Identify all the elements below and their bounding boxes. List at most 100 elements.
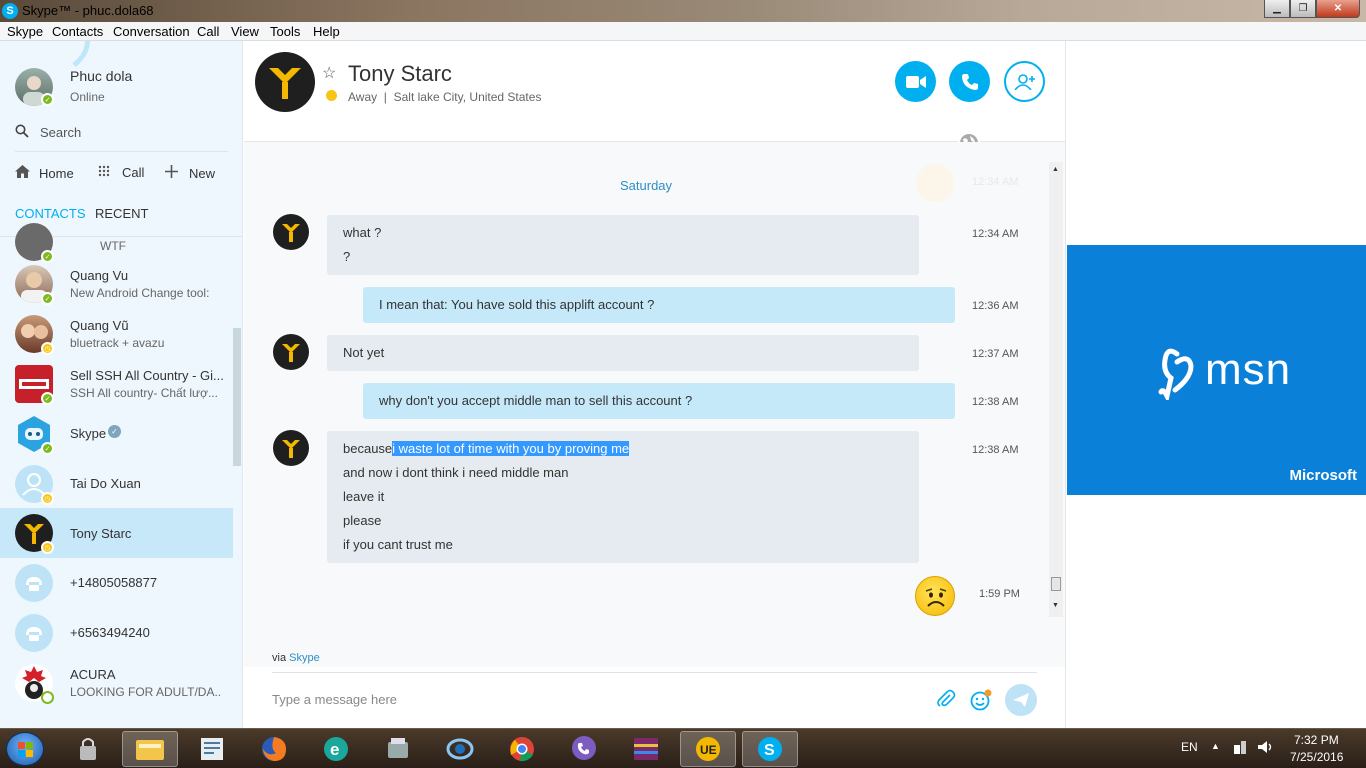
status-online-icon: ✓ [41, 442, 54, 455]
close-button[interactable]: ✕ [1316, 0, 1360, 18]
taskbar-viber-icon[interactable] [556, 731, 612, 767]
my-name[interactable]: Phuc dola [70, 68, 132, 84]
contact-item-tony-starc[interactable]: ◷ Tony Starc [0, 508, 233, 558]
verified-icon: ✓ [108, 425, 121, 438]
taskbar-media-icon[interactable] [432, 731, 488, 767]
message-bubble-incoming[interactable]: becausei waste lot of time with you by p… [327, 431, 919, 563]
taskbar-chrome-icon[interactable] [494, 731, 550, 767]
via-service-link[interactable]: Skype [289, 652, 320, 664]
taskbar-winrar-icon[interactable] [618, 731, 674, 767]
message-bubble-outgoing[interactable]: why don't you accept middle man to sell … [363, 383, 955, 419]
language-indicator[interactable]: EN [1181, 740, 1198, 754]
favorite-star-icon[interactable]: ☆ [322, 63, 336, 83]
message-time: 12:34 AM [972, 228, 1019, 240]
contact-item-tai-do-xuan[interactable]: ◷ Tai Do Xuan [0, 459, 233, 509]
menu-view[interactable]: View [231, 24, 259, 39]
clock-time[interactable]: 7:32 PM [1294, 733, 1339, 747]
nav-new[interactable]: New [165, 165, 215, 181]
sender-avatar [273, 334, 309, 370]
contact-name: Tai Do Xuan [70, 476, 141, 491]
menu-call[interactable]: Call [197, 24, 219, 39]
send-arrow-icon [1013, 693, 1029, 707]
network-icon[interactable] [1233, 739, 1247, 758]
message-text: ? [343, 249, 351, 264]
menu-contacts[interactable]: Contacts [52, 24, 103, 39]
contact-item-acura[interactable]: ACURA LOOKING FOR ADULT/DA... [0, 658, 233, 708]
taskbar-scanner-icon[interactable] [370, 731, 426, 767]
nav-call-label: Call [122, 165, 145, 180]
contact-item-skype[interactable]: ✓ Skype ✓ [0, 409, 233, 459]
conversation-scrollbar[interactable]: ▲ ▼ [1049, 162, 1063, 617]
message-text: why don't you accept middle man to sell … [379, 393, 693, 408]
taskbar-ultraedit-icon[interactable]: UE [680, 731, 736, 767]
window-controls: ▁ ❐ ✕ [1264, 0, 1360, 18]
contact-item-quang-vu[interactable]: ✓ Quang Vu New Android Change tool: [0, 259, 233, 309]
menu-help[interactable]: Help [313, 24, 340, 39]
contact-mood: bluetrack + avazu [70, 336, 165, 350]
menu-conversation[interactable]: Conversation [113, 24, 190, 39]
send-button[interactable] [1005, 684, 1037, 716]
start-button[interactable] [6, 732, 44, 766]
menu-skype[interactable]: Skype [7, 24, 43, 39]
nav-call[interactable]: Call [98, 165, 144, 180]
taskbar-skype-icon[interactable]: S [742, 731, 798, 767]
windows-logo-icon [18, 742, 33, 757]
faded-timestamp: 12:34 AM [972, 176, 1019, 188]
minimize-button[interactable]: ▁ [1264, 0, 1290, 18]
taskbar-browser-e-icon[interactable]: e [308, 731, 364, 767]
show-hidden-icons-icon[interactable]: ▲ [1211, 741, 1220, 751]
nav-home[interactable]: Home [15, 165, 74, 181]
voice-call-button[interactable] [949, 61, 990, 102]
contact-name: Tony Starc [70, 526, 132, 541]
windows-taskbar: e UE S EN ▲ 7:32 PM 7/25/2016 [0, 728, 1366, 768]
conversation-avatar[interactable] [255, 52, 315, 112]
contact-name: Sell SSH All Country - Gi... [70, 368, 224, 383]
taskbar-security-app-icon[interactable] [60, 731, 116, 767]
selected-text[interactable]: i waste lot of time with you by proving … [392, 441, 630, 456]
message-bubble-outgoing[interactable]: I mean that: You have sold this applift … [363, 287, 955, 323]
contact-item-phone-1[interactable]: +14805058877 [0, 558, 233, 608]
worried-emoticon-icon[interactable] [915, 576, 955, 616]
contacts-scrollbar[interactable] [233, 328, 241, 466]
scroll-down-arrow-icon[interactable]: ▼ [1052, 602, 1059, 609]
taskbar-firefox-icon[interactable] [246, 731, 302, 767]
maximize-button[interactable]: ❐ [1290, 0, 1316, 18]
video-camera-icon [905, 75, 926, 88]
msn-logo-text: msn [1205, 345, 1292, 394]
contact-name: ACURA [70, 667, 116, 682]
scrollbar-thumb[interactable] [1051, 577, 1061, 591]
message-bubble-incoming[interactable]: what ? ? [327, 215, 919, 275]
phone-contact-icon [15, 564, 53, 602]
contact-item-sell-ssh[interactable]: ✓ Sell SSH All Country - Gi... SSH All c… [0, 359, 233, 409]
add-people-button[interactable] [1004, 61, 1045, 102]
conversation-status: Away | Salt lake City, United States [348, 90, 542, 104]
status-online-icon: ✓ [41, 392, 54, 405]
message-text: if you cant trust me [343, 537, 453, 552]
message-bubble-incoming[interactable]: Not yet [327, 335, 919, 371]
via-label: via Skype [272, 652, 320, 664]
menu-tools[interactable]: Tools [270, 24, 300, 39]
contact-item-quang-vu-2[interactable]: ◷ Quang Vũ bluetrack + avazu [0, 309, 233, 359]
attach-file-icon[interactable] [936, 689, 956, 714]
message-input[interactable]: Type a message here [272, 692, 397, 707]
compose-divider [272, 672, 1037, 673]
message-time: 12:38 AM [972, 444, 1019, 456]
phone-contact-icon [15, 614, 53, 652]
ad-pane: msn Microsoft [1065, 41, 1366, 728]
my-status[interactable]: Online [70, 90, 105, 104]
clock-date[interactable]: 7/25/2016 [1290, 750, 1343, 764]
emoticon-picker-icon[interactable] [970, 689, 992, 716]
tony-avatar-icon [269, 68, 301, 99]
video-call-button[interactable] [895, 61, 936, 102]
nav-home-label: Home [39, 166, 74, 181]
message-history: Saturday 12:34 AM what ? ? 12:34 AM I me… [244, 142, 1065, 667]
window-title-bar: S Skype™ - phuc.dola68 ▁ ❐ ✕ [0, 0, 1366, 22]
volume-icon[interactable] [1257, 740, 1273, 757]
taskbar-document-icon[interactable] [184, 731, 240, 767]
contact-item-phone-2[interactable]: +6563494240 [0, 608, 233, 658]
nav-new-label: New [189, 166, 216, 181]
taskbar-explorer-icon[interactable] [122, 731, 178, 767]
msn-advertisement[interactable]: msn Microsoft [1067, 245, 1366, 495]
scroll-up-arrow-icon[interactable]: ▲ [1052, 166, 1059, 173]
message-text: I mean that: You have sold this applift … [379, 297, 655, 312]
